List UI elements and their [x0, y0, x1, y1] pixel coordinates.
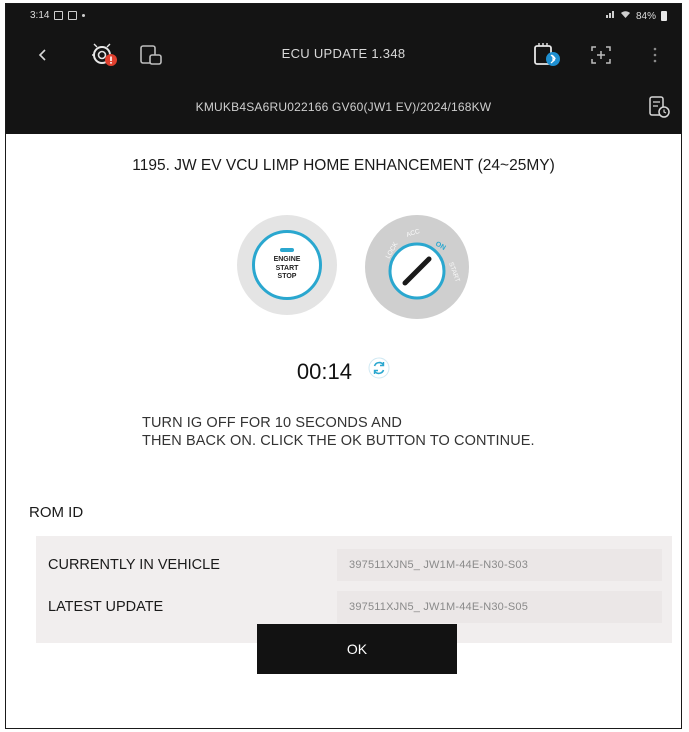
app-frame: 3:14 84% ECU UPDATE 1.348 KMUKB4SA6RU022… [5, 3, 682, 729]
signal-icon [605, 10, 615, 22]
instruction-text: TURN IG OFF FOR 10 SECONDS AND THEN BACK… [142, 414, 535, 450]
instruction-line-2: THEN BACK ON. CLICK THE OK BUTTON TO CON… [142, 433, 535, 449]
battery-percent: 84% [635, 10, 656, 22]
screen-capture-button[interactable] [586, 40, 616, 70]
vci-bluetooth-icon [534, 43, 560, 66]
status-left: 3:14 [30, 10, 86, 21]
more-options-button[interactable] [640, 40, 670, 70]
refresh-icon [368, 357, 390, 379]
wifi-icon [620, 10, 631, 22]
ignition-key-graphic: LOCK ACC ON START [365, 215, 469, 319]
vehicle-report-icon [649, 96, 670, 118]
ignition-label-acc: ACC [405, 228, 421, 239]
engine-label-line1: ENGINE [273, 256, 301, 264]
page-title: ECU UPDATE 1.348 [281, 46, 406, 61]
engine-button-face: ENGINE START STOP [252, 230, 322, 300]
ignition-dial-icon: LOCK ACC ON START [385, 228, 461, 300]
refresh-button[interactable] [368, 357, 390, 385]
status-right: 84% [605, 10, 667, 22]
battery-icon [661, 11, 667, 21]
rom-id-heading: ROM ID [29, 504, 84, 521]
app-notification-icon [68, 11, 78, 20]
countdown-timer: 00:14 [6, 357, 681, 387]
engine-label-line3: STOP [277, 273, 297, 281]
status-bar: 3:14 84% [6, 4, 681, 30]
rom-row-latest-label: LATEST UPDATE [48, 599, 164, 615]
instruction-line-1: TURN IG OFF FOR 10 SECONDS AND [142, 415, 402, 431]
vehicle-report-button[interactable] [647, 95, 671, 124]
more-options-icon [653, 47, 657, 63]
rom-row-current-label: CURRENTLY IN VEHICLE [48, 557, 220, 573]
gallery-notification-icon [54, 11, 64, 20]
top-app-bar: ECU UPDATE 1.348 [6, 30, 681, 80]
screen-capture-icon [591, 46, 611, 64]
engine-indicator-icon [280, 248, 294, 253]
ok-button[interactable]: OK [257, 624, 457, 674]
timer-value: 00:14 [296, 359, 352, 384]
vehicle-info-bar: KMUKB4SA6RU022166 GV60(JW1 EV)/2024/168K… [6, 80, 681, 134]
rom-row-latest-value: 397511XJN5_ JW1M-44E-N30-S05 [337, 591, 662, 623]
rom-row-current-value: 397511XJN5_ JW1M-44E-N30-S03 [337, 549, 662, 581]
update-title: 1195. JW EV VCU LIMP HOME ENHANCEMENT (2… [132, 157, 555, 174]
vci-button[interactable] [532, 40, 562, 70]
ignition-label-start: START [447, 261, 461, 283]
engine-start-stop-graphic: ENGINE START STOP [237, 215, 337, 315]
vehicle-info-text: KMUKB4SA6RU022166 GV60(JW1 EV)/2024/168K… [195, 100, 492, 114]
status-time: 3:14 [30, 10, 50, 21]
engine-label-line2: START [275, 264, 299, 272]
notification-dot-icon [82, 14, 86, 17]
